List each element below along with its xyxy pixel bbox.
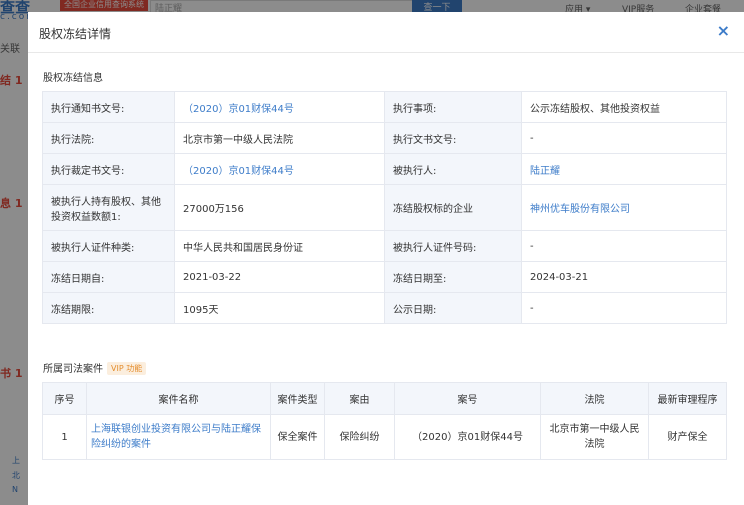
case-column-header: 案由 <box>324 382 395 415</box>
info-value: 中华人民共和国居民身份证 <box>174 230 385 262</box>
info-value: 27000万156 <box>174 184 385 231</box>
info-label: 被执行人持有股权、其他投资权益数额1: <box>42 184 175 231</box>
info-label: 执行事项: <box>384 91 522 123</box>
case-table: 序号 案件名称 案件类型 案由 案号 法院 最新审理程序 1 上海联银创业投资有限公司与陆正耀… <box>42 382 727 460</box>
info-row: 执行法院: 北京市第一中级人民法院 执行文书文号: - <box>42 122 727 154</box>
case-column-header: 法院 <box>540 382 649 415</box>
info-value: - <box>521 122 727 154</box>
modal-title: 股权冻结详情 <box>39 27 112 41</box>
info-row: 执行通知书文号: （2020）京01财保44号 执行事项: 公示冻结股权、其他投资权益 <box>42 91 727 123</box>
case-court-cell: 北京市第一中级人民法院 <box>540 414 649 460</box>
info-row: 被执行人持有股权、其他投资权益数额1: 27000万156 冻结股权标的企业 神州优车… <box>42 184 727 231</box>
info-label: 执行文书文号: <box>384 122 522 154</box>
case-cause-cell: 保险纠纷 <box>324 414 395 460</box>
info-label: 冻结日期自: <box>42 261 175 293</box>
info-label: 执行法院: <box>42 122 175 154</box>
info-link[interactable]: 神州优车股份有限公司 <box>521 184 727 231</box>
case-type-cell: 保全案件 <box>270 414 325 460</box>
modal-header: 股权冻结详情 × <box>28 12 744 53</box>
case-column-header: 案件类型 <box>270 382 325 415</box>
case-column-header: 序号 <box>42 382 87 415</box>
vip-badge: VIP 功能 <box>107 362 147 375</box>
info-label: 被执行人证件号码: <box>384 230 522 262</box>
case-table-header: 序号 案件名称 案件类型 案由 案号 法院 最新审理程序 <box>42 382 727 415</box>
info-row: 冻结日期自: 2021-03-22 冻结日期至: 2024-03-21 <box>42 261 727 293</box>
case-no-cell: 1 <box>42 414 87 460</box>
info-label: 执行裁定书文号: <box>42 153 175 185</box>
info-label: 公示日期: <box>384 292 522 324</box>
info-value: 2024-03-21 <box>521 261 727 293</box>
info-row: 冻结期限: 1095天 公示日期: - <box>42 292 727 324</box>
info-label: 被执行人证件种类: <box>42 230 175 262</box>
case-stage-cell: 财产保全 <box>648 414 727 460</box>
info-link[interactable]: （2020）京01财保44号 <box>174 153 385 185</box>
info-label: 执行通知书文号: <box>42 91 175 123</box>
info-label: 被执行人: <box>384 153 522 185</box>
freeze-info-table: 执行通知书文号: （2020）京01财保44号 执行事项: 公示冻结股权、其他投资权益… <box>42 91 727 324</box>
info-value: - <box>521 230 727 262</box>
info-row: 被执行人证件种类: 中华人民共和国居民身份证 被执行人证件号码: - <box>42 230 727 262</box>
info-value: 2021-03-22 <box>174 261 385 293</box>
info-value: - <box>521 292 727 324</box>
case-section-label: 所属司法案件 <box>43 364 103 375</box>
info-value: 公示冻结股权、其他投资权益 <box>521 91 727 123</box>
case-row: 1 上海联银创业投资有限公司与陆正耀保险纠纷的案件 保全案件 保险纠纷 （2020）京0… <box>42 414 727 460</box>
info-label: 冻结日期至: <box>384 261 522 293</box>
info-row: 执行裁定书文号: （2020）京01财保44号 被执行人: 陆正耀 <box>42 153 727 185</box>
case-section-title: 所属司法案件 VIP 功能 <box>43 360 147 375</box>
info-value: 1095天 <box>174 292 385 324</box>
info-link[interactable]: （2020）京01财保44号 <box>174 91 385 123</box>
case-column-header: 案件名称 <box>86 382 271 415</box>
case-name-link[interactable]: 上海联银创业投资有限公司与陆正耀保险纠纷的案件 <box>86 414 271 460</box>
case-case-no-cell: （2020）京01财保44号 <box>394 414 541 460</box>
info-label: 冻结股权标的企业 <box>384 184 522 231</box>
info-section-title: 股权冻结信息 <box>43 73 103 84</box>
info-link[interactable]: 陆正耀 <box>521 153 727 185</box>
case-column-header: 案号 <box>394 382 541 415</box>
close-icon[interactable]: × <box>717 23 730 39</box>
info-value: 北京市第一中级人民法院 <box>174 122 385 154</box>
equity-freeze-detail-modal: 股权冻结详情 × 股权冻结信息 执行通知书文号: （2020）京01财保44号 执行… <box>28 12 744 505</box>
info-label: 冻结期限: <box>42 292 175 324</box>
case-column-header: 最新审理程序 <box>648 382 727 415</box>
